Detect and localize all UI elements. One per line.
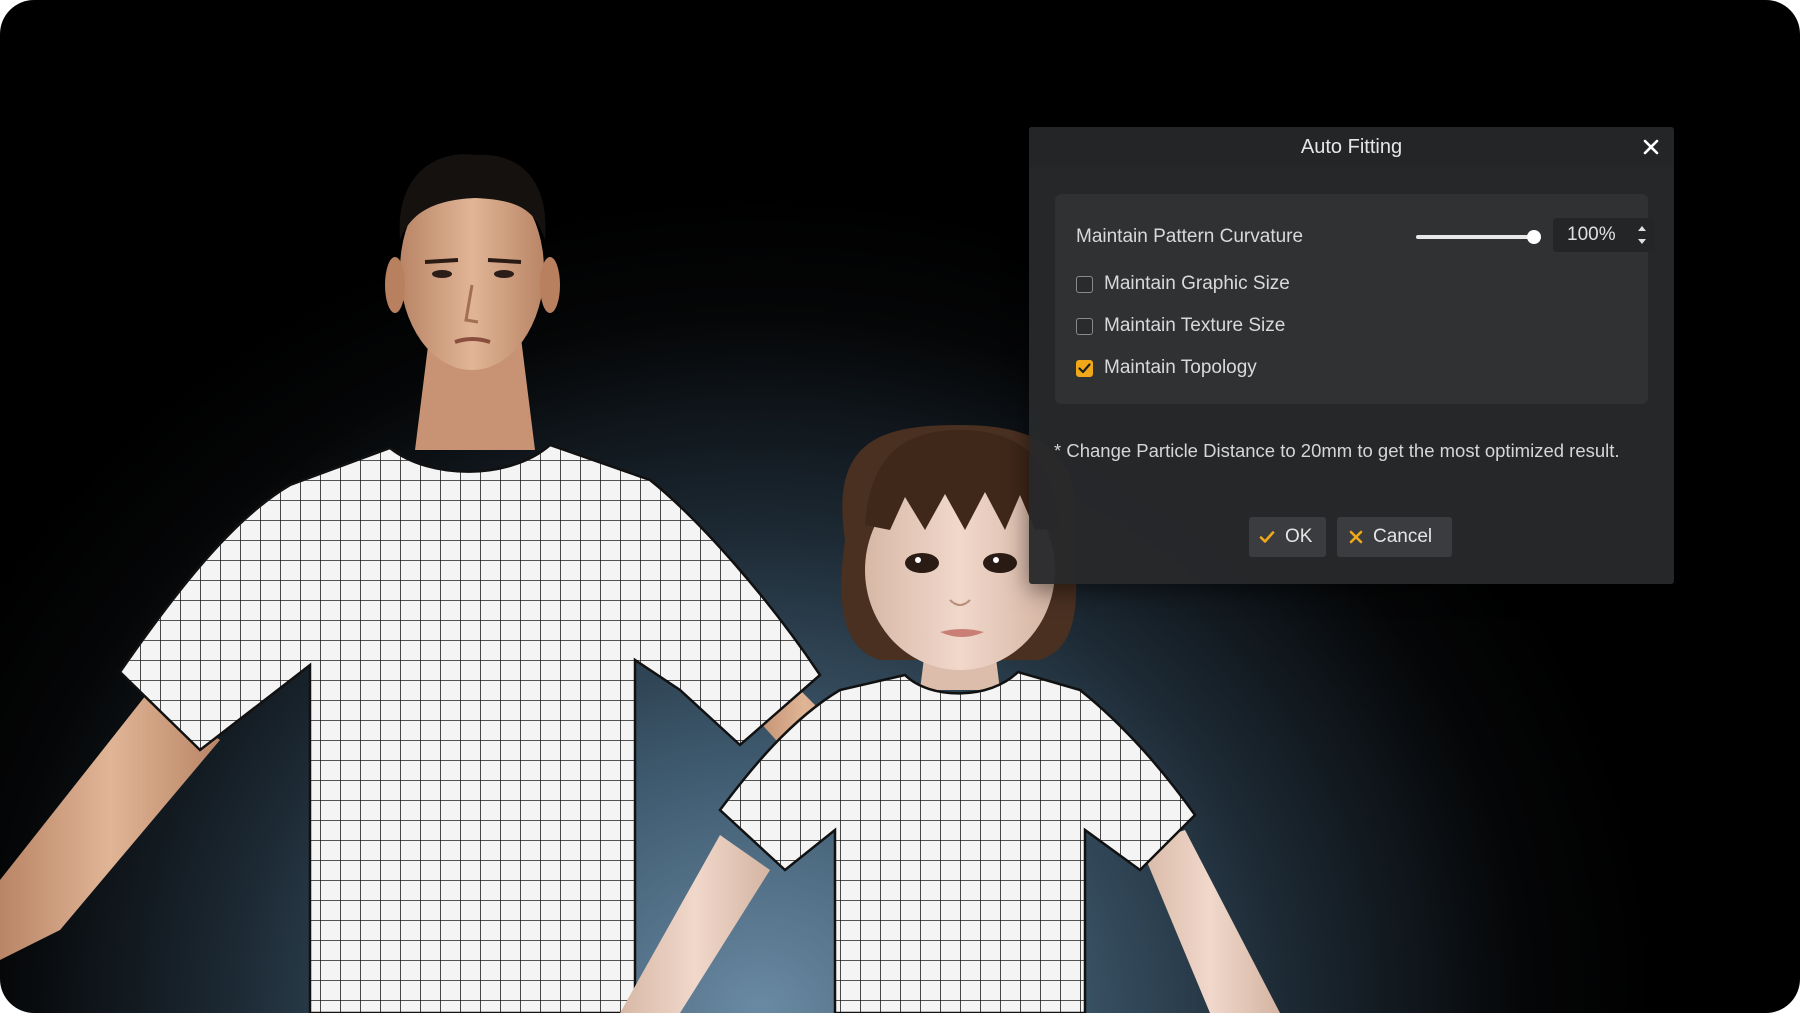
viewport[interactable]: Auto Fitting Maintain Pattern Curvature … (0, 0, 1800, 1013)
curvature-label: Maintain Pattern Curvature (1076, 226, 1304, 247)
particle-distance-note: * Change Particle Distance to 20mm to ge… (1054, 440, 1620, 461)
check-icon (1259, 531, 1275, 543)
dialog-header[interactable]: Auto Fitting (1029, 127, 1674, 167)
ok-label: OK (1285, 526, 1313, 547)
close-button[interactable] (1638, 134, 1664, 160)
slider-track (1416, 235, 1534, 239)
texture-size-checkbox[interactable] (1076, 318, 1093, 335)
dialog-title: Auto Fitting (1300, 136, 1403, 158)
cancel-button[interactable]: Cancel (1337, 517, 1452, 557)
checkmark-icon (1077, 362, 1091, 373)
graphic-size-checkbox[interactable] (1076, 276, 1093, 293)
topology-label[interactable]: Maintain Topology (1104, 357, 1257, 379)
auto-fitting-dialog: Auto Fitting Maintain Pattern Curvature … (1029, 127, 1674, 584)
texture-size-label[interactable]: Maintain Texture Size (1104, 315, 1285, 337)
graphic-size-label[interactable]: Maintain Graphic Size (1104, 273, 1290, 295)
spin-arrows-icon[interactable] (1635, 222, 1649, 248)
curvature-slider[interactable] (1416, 227, 1541, 247)
cross-icon (1349, 530, 1363, 544)
curvature-spinbox[interactable]: 100% (1553, 218, 1655, 252)
topology-checkbox[interactable] (1076, 360, 1093, 377)
options-panel: Maintain Pattern Curvature 100% Maintain… (1055, 194, 1655, 404)
ok-button[interactable]: OK (1249, 517, 1326, 557)
cancel-label: Cancel (1373, 526, 1433, 547)
curvature-value: 100% (1567, 224, 1616, 245)
close-icon (1643, 139, 1659, 155)
slider-thumb[interactable] (1527, 230, 1541, 244)
